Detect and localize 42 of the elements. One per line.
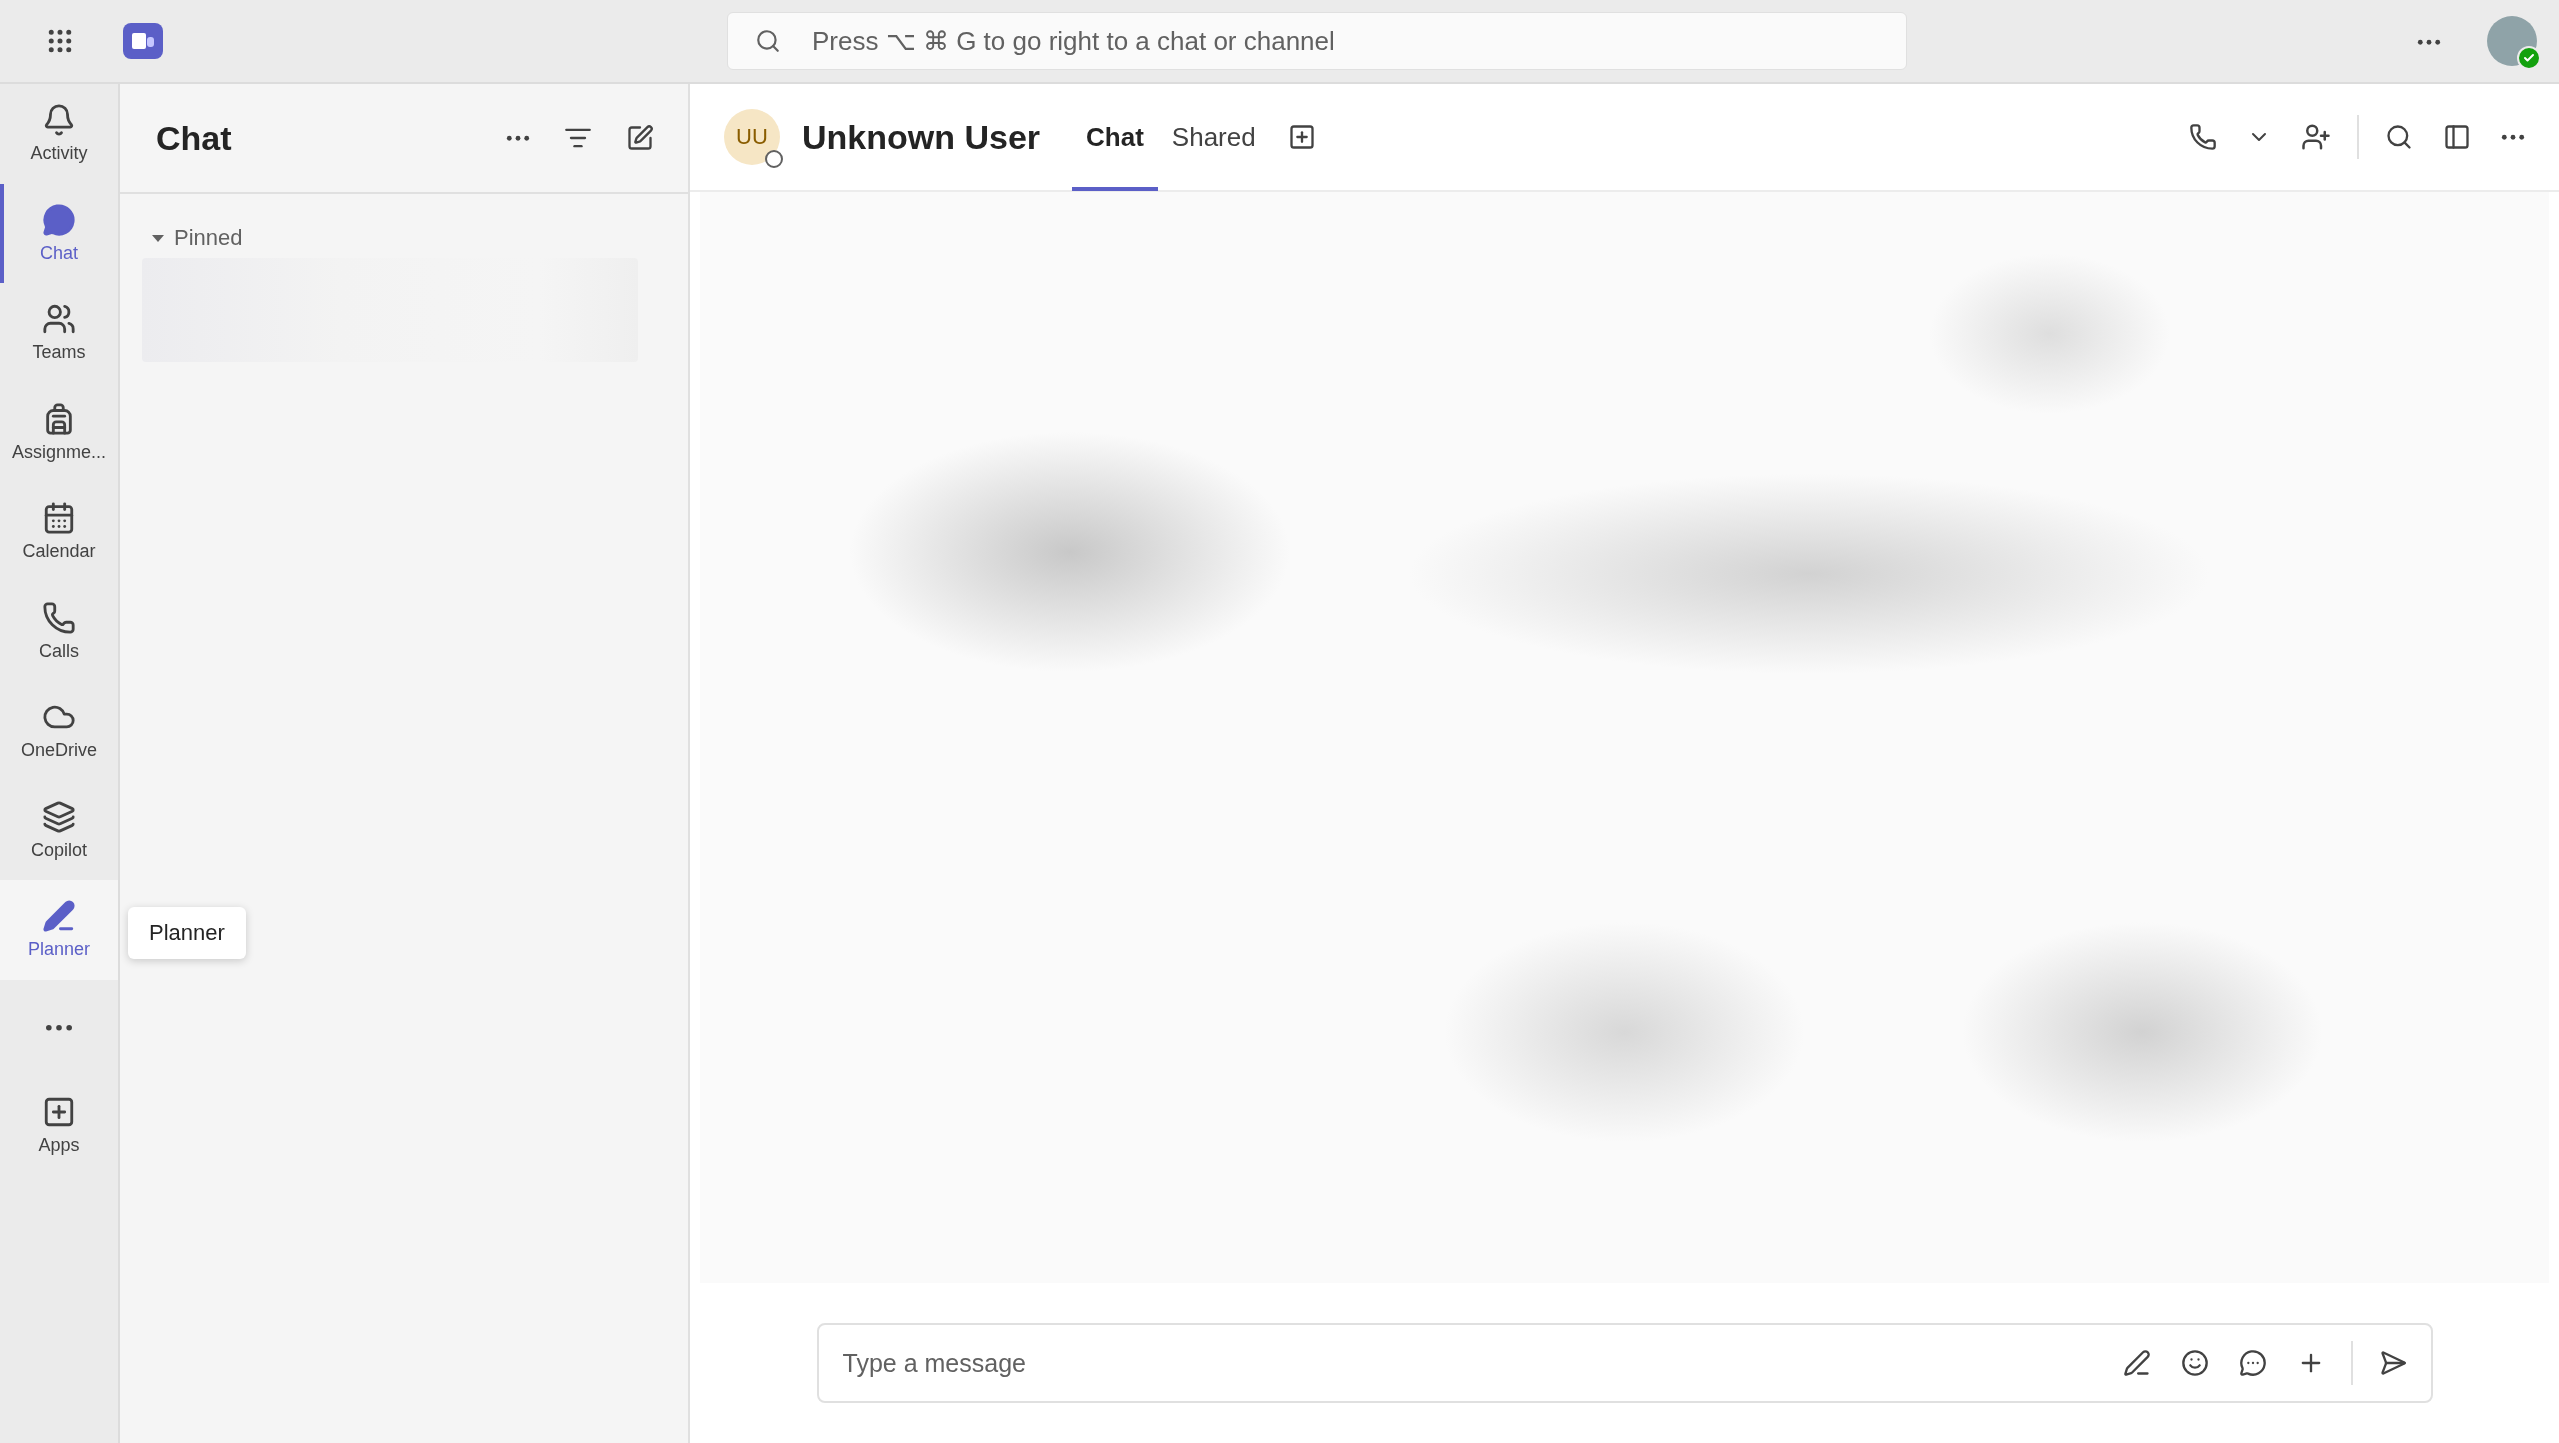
status-available-icon [2517,46,2541,70]
rail-item[interactable]: Chat [0,183,118,283]
rail-item[interactable]: Apps [0,1075,118,1175]
send-icon [2378,1349,2407,1377]
user-avatar: UU [724,109,780,165]
pen-icon [2122,1349,2151,1377]
rail-item[interactable]: Activity [0,84,118,184]
rail-item[interactable]: Teams [0,283,118,383]
smiley-icon [2180,1349,2209,1377]
tooltip: Planner [128,907,246,959]
search-icon [2385,123,2413,151]
add-person-icon [2301,122,2331,152]
bell-icon [42,103,76,138]
ellipsis-icon [2417,38,2441,46]
search-field[interactable]: Press ⌥ ⌘ G to go right to a chat or channel [727,12,1907,70]
ellipsis-icon [2501,133,2525,141]
compose-box[interactable]: Type a message [816,1323,2433,1403]
rail-item[interactable]: Calls [0,581,118,681]
phone-icon [2189,123,2217,151]
calendar-icon [42,501,76,536]
panel-title: Chat [156,118,233,158]
chat-title: Unknown User [802,117,1041,157]
rail-item[interactable]: Planner [0,880,118,980]
ellipsis-icon [45,1024,73,1032]
rail-item[interactable]: Copilot [0,780,118,880]
overlapping-shapes-icon [42,799,76,834]
profile-avatar[interactable] [2487,16,2537,66]
tab[interactable]: Shared [1157,83,1270,191]
status-offline-icon [765,150,783,168]
phone-icon [42,600,76,635]
compose-icon [626,124,654,152]
tab[interactable]: Chat [1072,83,1158,191]
chat-bubble-icon [42,202,76,237]
search-icon [755,28,781,54]
rail-item[interactable]: Calendar [0,482,118,582]
panel-icon [2443,123,2471,151]
ellipsis-icon [506,134,530,142]
speech-bubble-icon [2238,1349,2267,1377]
rail-item[interactable]: OneDrive [0,681,118,781]
rail-item[interactable]: Assignme... [0,382,118,482]
section-header[interactable]: Pinned [144,224,688,252]
add-square-icon [1287,123,1316,151]
